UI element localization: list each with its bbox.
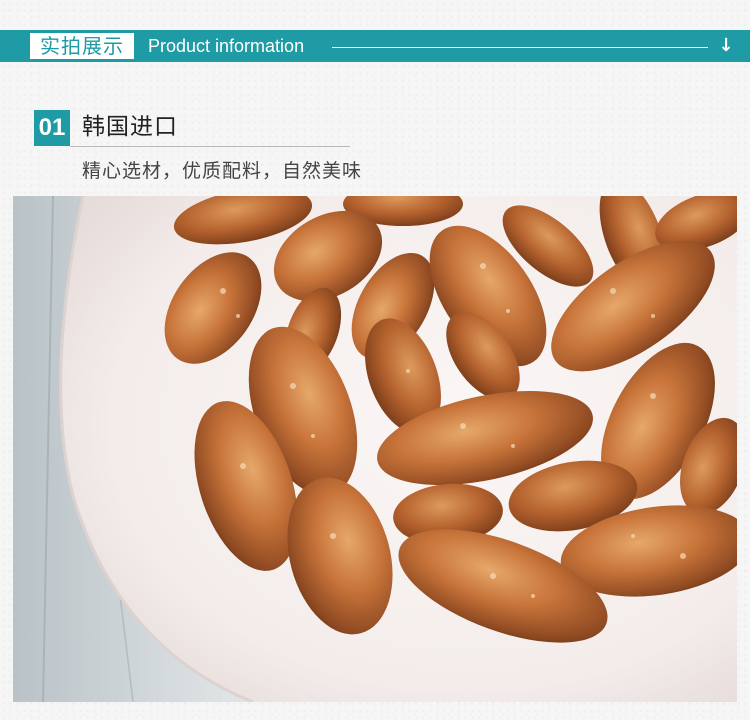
banner-title-en: Product information <box>148 36 305 56</box>
heading-divider <box>70 146 350 147</box>
banner-title-cn: 实拍展示 <box>30 33 134 59</box>
section-title: 韩国进口 <box>82 114 178 140</box>
section-subtitle: 精心选材，优质配料，自然美味 <box>82 160 363 182</box>
product-photo <box>13 196 737 702</box>
down-arrow-icon: ↓ <box>718 35 734 56</box>
section-number: 01 <box>34 110 70 146</box>
section-banner: 实拍展示 Product information ↓ <box>0 30 750 62</box>
banner-divider <box>332 47 708 48</box>
